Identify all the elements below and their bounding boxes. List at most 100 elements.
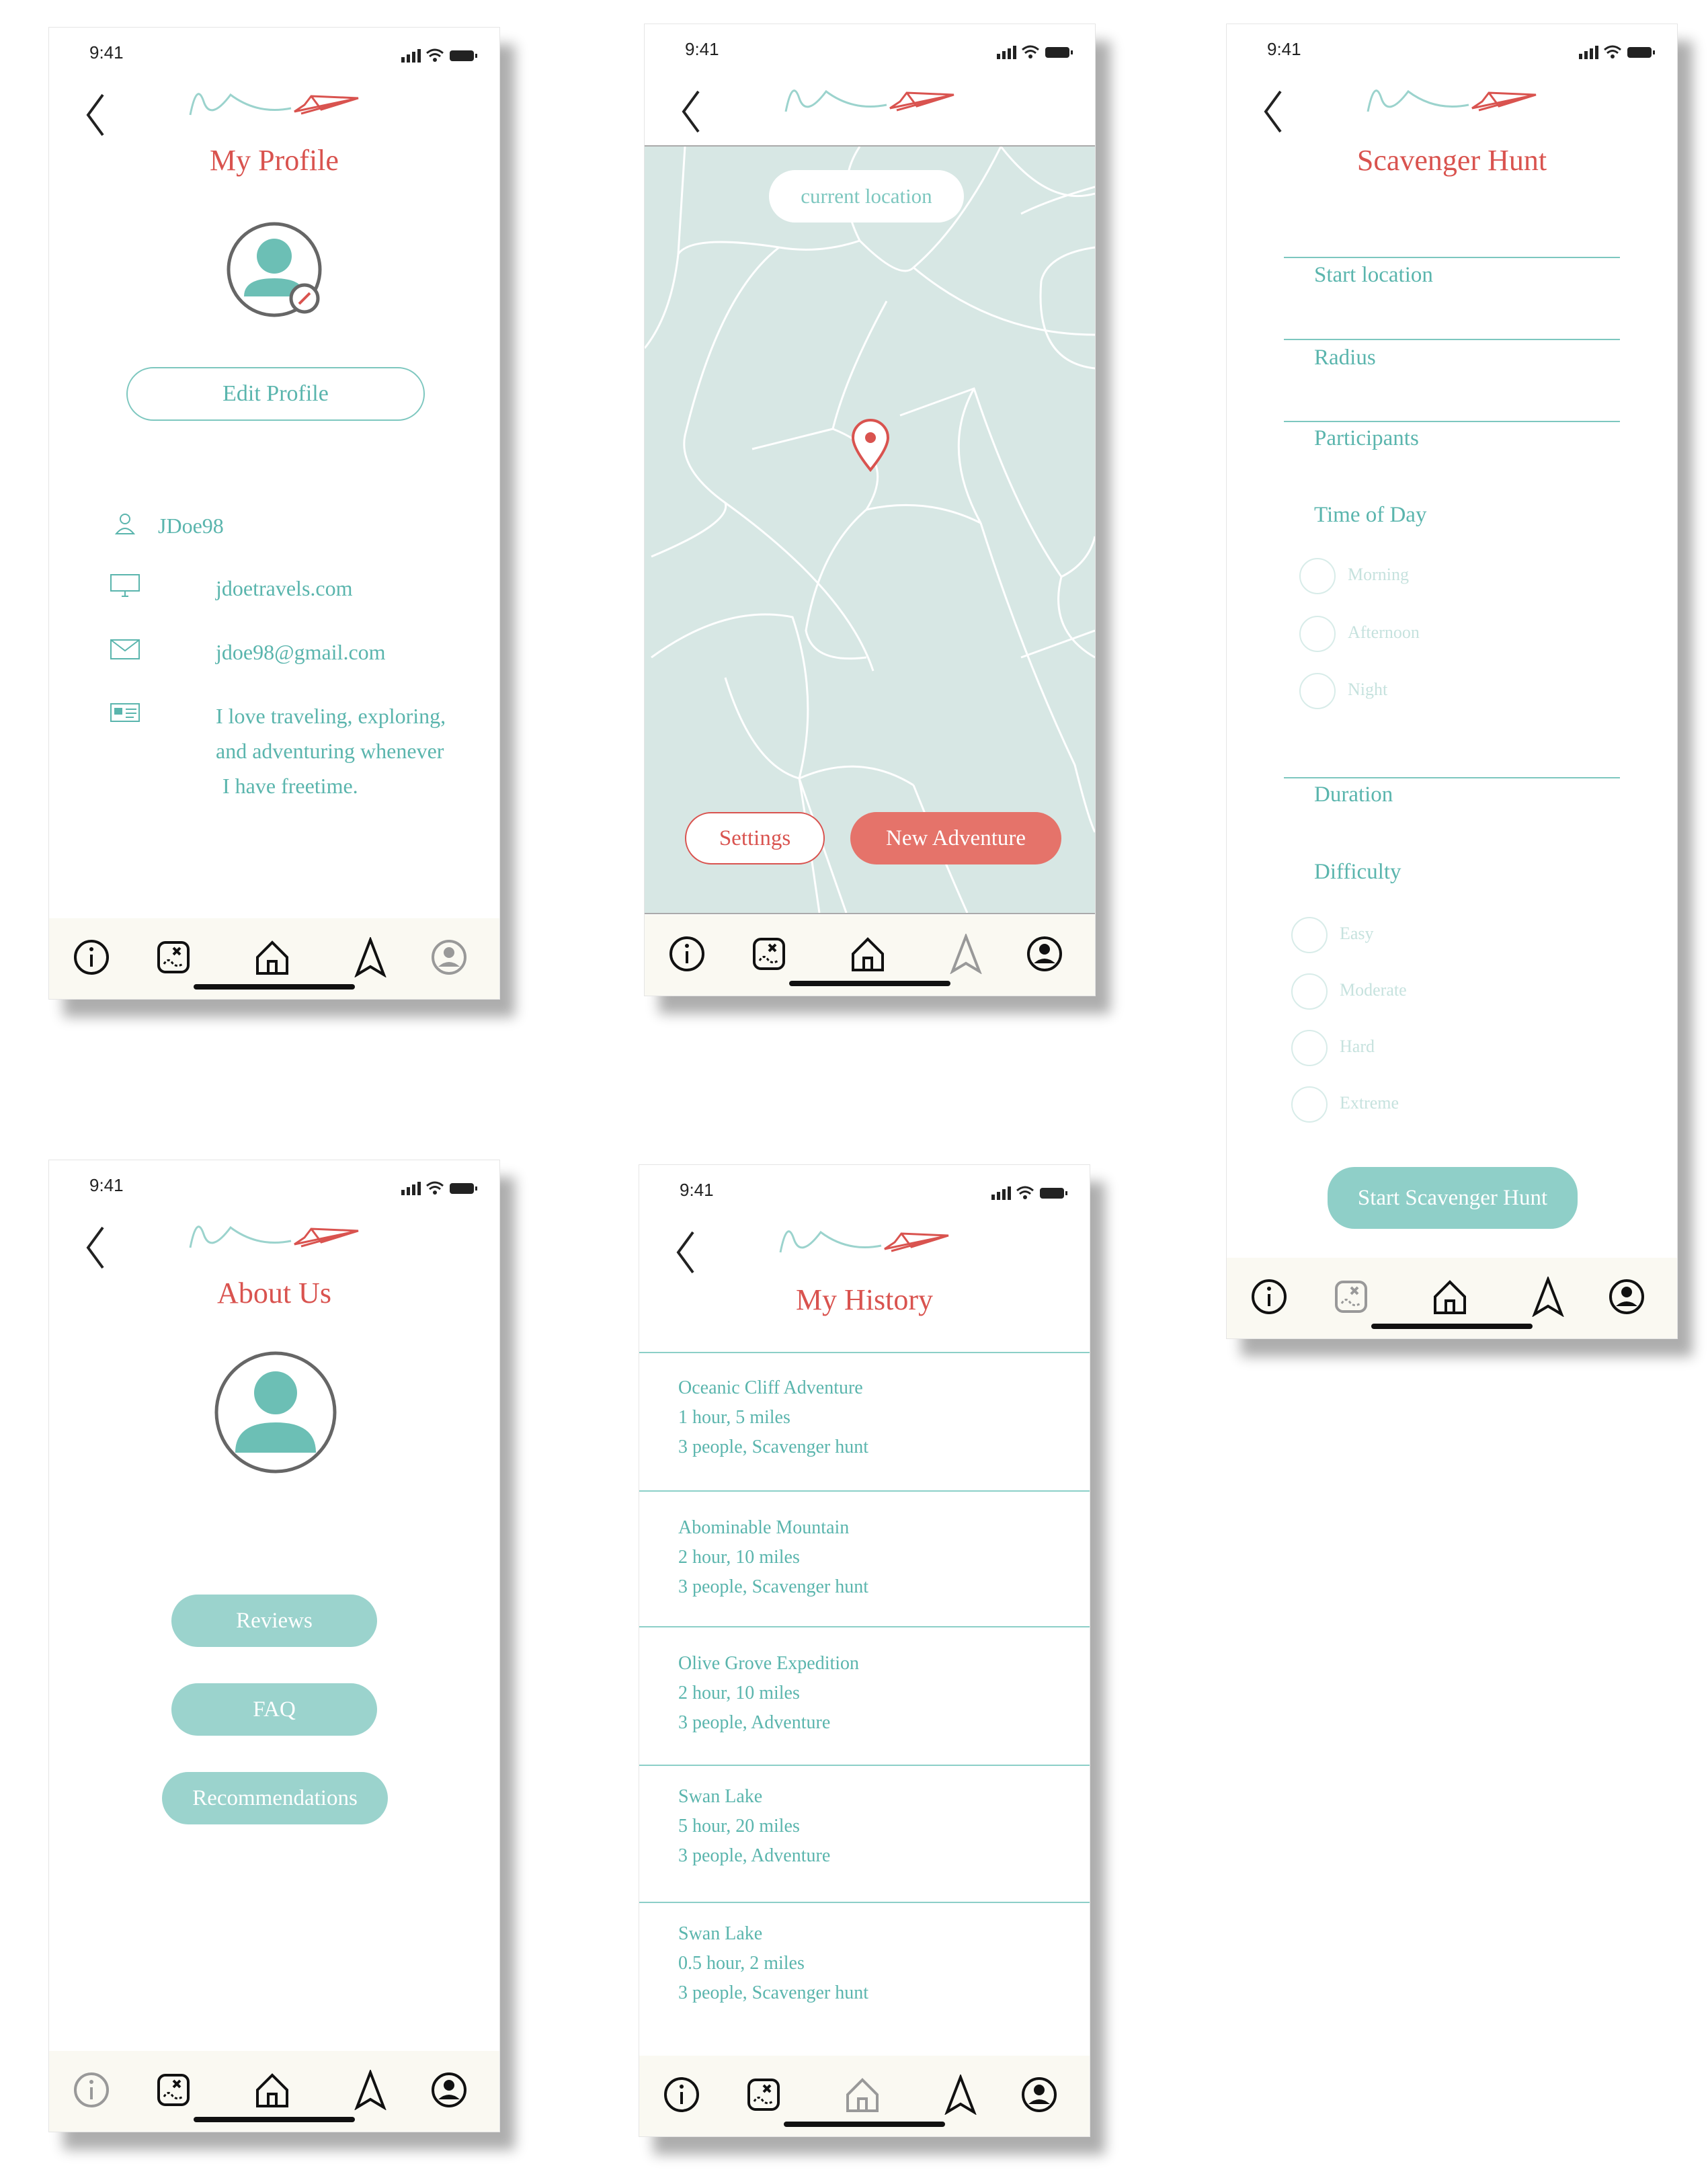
map-roads (645, 147, 1095, 913)
back-icon[interactable] (83, 1224, 110, 1271)
bottom-nav (645, 915, 1095, 996)
radio-circle[interactable] (1291, 1086, 1328, 1123)
info-icon[interactable] (71, 937, 112, 977)
info-icon[interactable] (71, 2070, 112, 2110)
radio-label: Hard (1340, 1037, 1375, 1056)
history-item-duration: 0.5 hour, 2 miles (678, 1953, 805, 1974)
paper-plane-logo-icon (772, 71, 974, 132)
treasure-map-icon[interactable] (1331, 1277, 1371, 1317)
home-indicator (784, 2122, 945, 2127)
history-item[interactable]: Olive Grove Expedition 2 hour, 10 miles … (639, 1626, 1090, 1766)
back-icon[interactable] (83, 91, 110, 138)
history-item-duration: 5 hour, 20 miles (678, 1816, 800, 1837)
home-indicator (194, 984, 355, 990)
participants-field[interactable]: Participants (1314, 426, 1419, 451)
profile-nav-icon[interactable] (429, 937, 469, 977)
status-icons (401, 1178, 482, 1198)
treasure-map-icon[interactable] (743, 2074, 784, 2115)
bio-line-3: I have freetime. (222, 774, 358, 798)
home-indicator (789, 981, 950, 986)
history-item-duration: 2 hour, 10 miles (678, 1683, 800, 1703)
treasure-map-icon[interactable] (153, 2070, 194, 2110)
home-icon[interactable] (842, 2074, 883, 2115)
profile-nav-icon[interactable] (1019, 2074, 1059, 2115)
radio-label: Afternoon (1348, 622, 1420, 642)
website-text[interactable]: jdoetravels.com (216, 571, 352, 606)
navigation-icon[interactable] (350, 2070, 391, 2110)
treasure-map-icon[interactable] (749, 934, 789, 974)
divider (1284, 421, 1620, 422)
radio-circle[interactable] (1291, 973, 1328, 1010)
current-location-input[interactable]: current location (769, 170, 964, 223)
radio-label: Moderate (1340, 980, 1407, 1000)
profile-screen: 9:41 My Profile Edit Profile JDoe98 jdoe… (48, 27, 500, 1000)
back-icon[interactable] (1260, 88, 1287, 135)
edit-profile-button[interactable]: Edit Profile (126, 367, 425, 421)
info-icon[interactable] (1249, 1277, 1289, 1317)
radio-circle[interactable] (1299, 558, 1336, 594)
status-time: 9:41 (89, 1175, 124, 1195)
radio-label: Easy (1340, 924, 1374, 943)
radio-label: Night (1348, 680, 1388, 699)
status-time: 9:41 (89, 42, 124, 63)
history-item-name: Swan Lake (678, 1786, 763, 1807)
recommendations-button[interactable]: Recommendations (162, 1772, 388, 1824)
navigation-icon[interactable] (940, 2074, 981, 2115)
reviews-button[interactable]: Reviews (171, 1595, 377, 1647)
radio-circle[interactable] (1299, 616, 1336, 652)
home-icon[interactable] (252, 937, 292, 977)
username-text: JDoe98 (158, 514, 224, 538)
status-icons (997, 42, 1077, 62)
profile-nav-icon[interactable] (1024, 934, 1065, 974)
location-pin-icon (851, 419, 890, 473)
navigation-icon[interactable] (946, 934, 986, 974)
history-item[interactable]: Oceanic Cliff Adventure 1 hour, 5 miles … (639, 1352, 1090, 1492)
divider (1284, 257, 1620, 258)
map-view[interactable]: current location Settings New Adventure (645, 145, 1095, 914)
history-item[interactable]: Swan Lake 5 hour, 20 miles 3 people, Adv… (639, 1765, 1090, 1903)
radius-field[interactable]: Radius (1314, 346, 1376, 370)
map-screen: 9:41 current location Settings New Adven… (644, 24, 1096, 996)
home-indicator (1371, 1324, 1533, 1329)
mail-icon (110, 639, 140, 659)
duration-field[interactable]: Duration (1314, 782, 1393, 807)
history-item[interactable]: Abominable Mountain 2 hour, 10 miles 3 p… (639, 1490, 1090, 1627)
radio-circle[interactable] (1299, 673, 1336, 709)
page-title: My Profile (210, 144, 339, 177)
settings-button[interactable]: Settings (685, 812, 825, 864)
home-indicator (194, 2117, 355, 2122)
email-text[interactable]: jdoe98@gmail.com (216, 635, 386, 670)
start-scavenger-hunt-button[interactable]: Start Scavenger Hunt (1328, 1167, 1578, 1229)
navigation-icon[interactable] (350, 937, 391, 977)
id-card-icon (110, 703, 140, 722)
info-icon[interactable] (661, 2074, 702, 2115)
avatar-icon[interactable] (224, 219, 328, 323)
bottom-nav (1227, 1258, 1677, 1338)
radio-circle[interactable] (1291, 1030, 1328, 1066)
status-time: 9:41 (1267, 39, 1301, 59)
status-icons (401, 45, 482, 65)
profile-nav-icon[interactable] (429, 2070, 469, 2110)
history-item-name: Abominable Mountain (678, 1517, 850, 1538)
bottom-nav (49, 918, 499, 999)
history-item[interactable]: Swan Lake 0.5 hour, 2 miles 3 people, Sc… (639, 1902, 1090, 2058)
history-item-detail: 3 people, Adventure (678, 1712, 831, 1733)
home-icon[interactable] (1430, 1277, 1470, 1317)
back-icon[interactable] (678, 88, 705, 135)
treasure-map-icon[interactable] (153, 937, 194, 977)
navigation-icon[interactable] (1528, 1277, 1568, 1317)
page-title: Scavenger Hunt (1356, 144, 1547, 177)
info-icon[interactable] (667, 934, 707, 974)
radio-circle[interactable] (1291, 917, 1328, 953)
start-location-field[interactable]: Start location (1314, 263, 1433, 288)
home-icon[interactable] (848, 934, 888, 974)
faq-button[interactable]: FAQ (171, 1683, 377, 1736)
paper-plane-logo-icon (767, 1212, 969, 1273)
back-icon[interactable] (673, 1229, 700, 1276)
new-adventure-button[interactable]: New Adventure (850, 812, 1061, 864)
bottom-nav (49, 2051, 499, 2132)
profile-nav-icon[interactable] (1607, 1277, 1647, 1317)
time-of-day-label: Time of Day (1314, 503, 1427, 527)
history-item-detail: 3 people, Adventure (678, 1845, 831, 1866)
home-icon[interactable] (252, 2070, 292, 2110)
